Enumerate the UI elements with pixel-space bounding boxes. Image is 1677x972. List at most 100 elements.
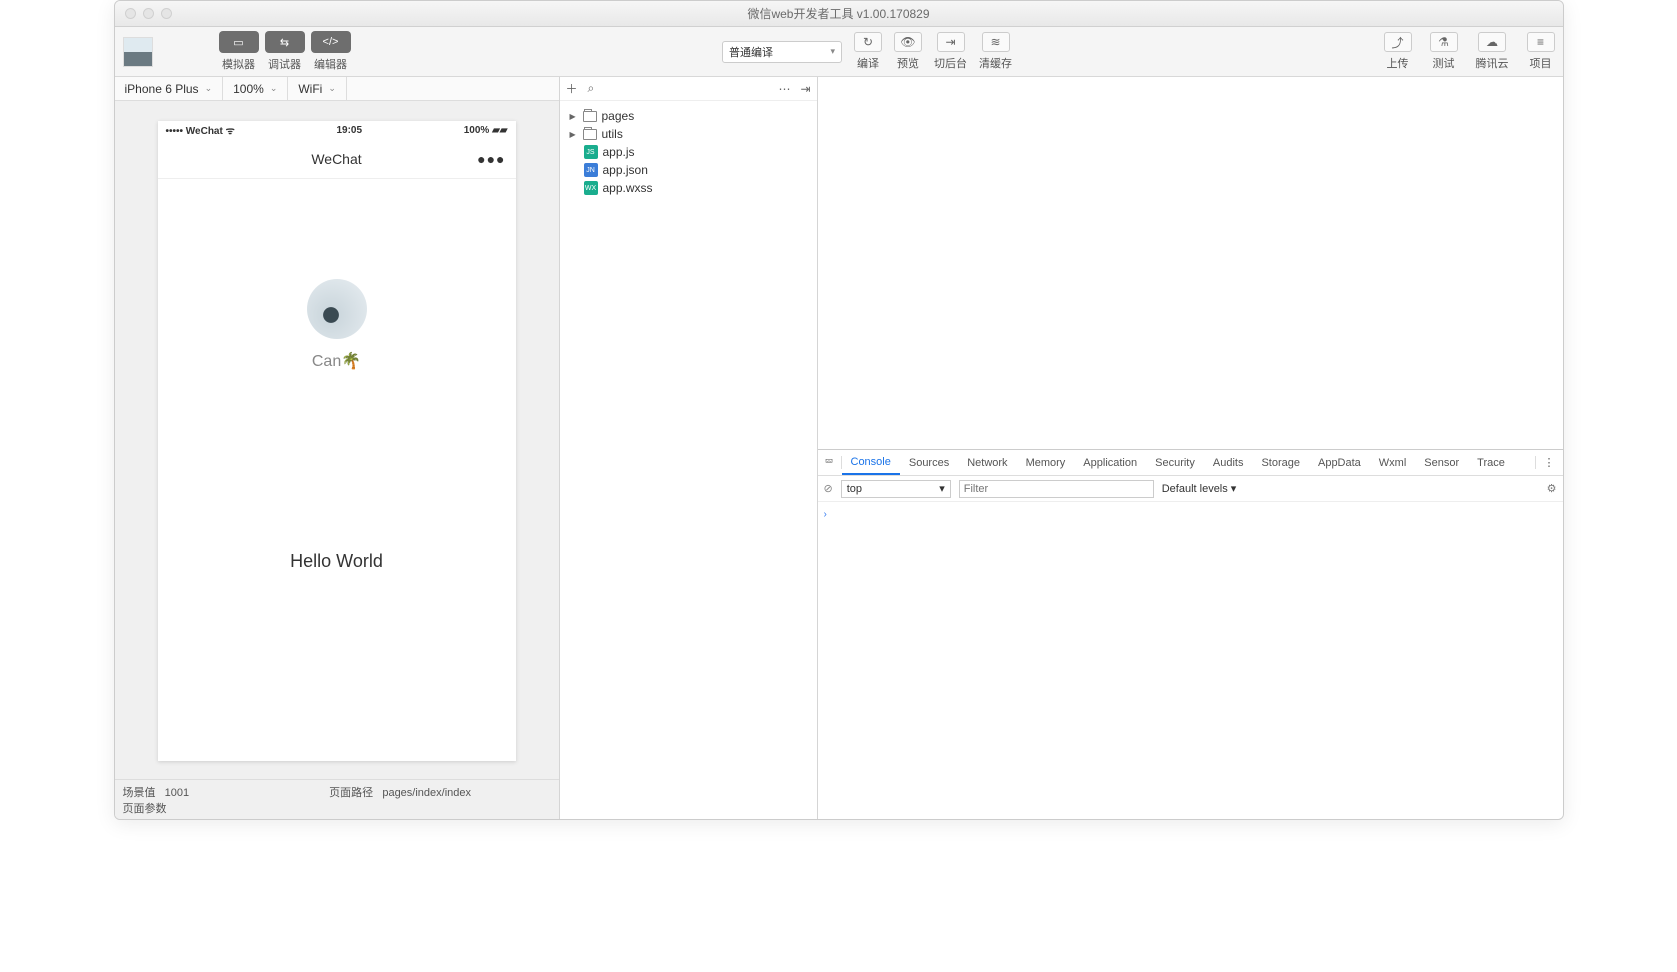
status-bar: ••••• WeChat ᯤ 19:05 100% ▰▰ xyxy=(158,121,516,139)
network-label: WiFi xyxy=(298,82,322,96)
debugger-toggle[interactable]: ⇆ 调试器 xyxy=(265,31,305,72)
user-avatar-large[interactable] xyxy=(307,279,367,339)
console-toolbar: ⊘ top▾ Default levels ▾ ⚙ xyxy=(818,476,1563,502)
tab-trace[interactable]: Trace xyxy=(1468,450,1514,475)
folder-utils[interactable]: ▶ utils xyxy=(560,125,817,143)
zoom-select[interactable]: 100% ⌄ xyxy=(223,77,288,100)
zoom-label: 100% xyxy=(233,82,264,96)
tab-wxml[interactable]: Wxml xyxy=(1370,450,1416,475)
folder-pages[interactable]: ▶pages xyxy=(560,107,817,125)
tab-memory[interactable]: Memory xyxy=(1017,450,1075,475)
simulator-toolbar: iPhone 6 Plus⌄ 100% ⌄ WiFi⌄ xyxy=(115,77,559,101)
tab-console[interactable]: Console xyxy=(842,450,900,475)
console-output[interactable]: › xyxy=(818,502,1563,819)
tab-appdata[interactable]: AppData xyxy=(1309,450,1370,475)
phone-frame: ••••• WeChat ᯤ 19:05 100% ▰▰ WeChat ●●● … xyxy=(158,121,516,761)
compile-mode-label: 普通编译 xyxy=(729,44,773,60)
eye-icon: 👁 xyxy=(894,32,922,52)
user-avatar[interactable] xyxy=(123,37,153,67)
tab-sensor[interactable]: Sensor xyxy=(1415,450,1468,475)
clear-cache-button[interactable]: ≋ 清缓存 xyxy=(979,32,1012,71)
simulator-label: 模拟器 xyxy=(222,56,255,72)
device-select[interactable]: iPhone 6 Plus⌄ xyxy=(115,77,224,100)
devtools-tabs: ⮹ Console Sources Network Memory Applica… xyxy=(818,450,1563,476)
tab-security[interactable]: Security xyxy=(1146,450,1204,475)
file-name: app.wxss xyxy=(603,181,653,195)
file-app-wxss[interactable]: WX app.wxss xyxy=(560,179,817,197)
file-name: app.js xyxy=(603,145,635,159)
wxss-file-icon: WX xyxy=(584,181,598,195)
clear-console-icon[interactable]: ⊘ xyxy=(824,482,833,495)
simulator-panel: iPhone 6 Plus⌄ 100% ⌄ WiFi⌄ ••••• WeChat … xyxy=(115,77,560,819)
more-icon[interactable]: ⋯ xyxy=(778,82,790,96)
editor-toggle[interactable]: </> 编辑器 xyxy=(311,31,351,72)
json-file-icon: JN xyxy=(584,163,598,177)
layers-icon: ≋ xyxy=(982,32,1010,52)
devtools-panel: ⮹ Console Sources Network Memory Applica… xyxy=(818,449,1563,819)
more-icon[interactable]: ●●● xyxy=(477,151,505,167)
project-button[interactable]: ≡ 项目 xyxy=(1527,32,1555,71)
code-icon: </> xyxy=(311,31,351,53)
context-select[interactable]: top▾ xyxy=(841,480,951,498)
clock-label: 19:05 xyxy=(336,125,362,136)
flask-icon: ⚗ xyxy=(1430,32,1458,52)
file-tree: ▶pages ▶ utils JS app.js JN app.json WX app.… xyxy=(560,101,817,203)
path-label: 页面路径 xyxy=(329,787,373,799)
tab-application[interactable]: Application xyxy=(1074,450,1146,475)
app-window: 微信web开发者工具 v1.00.170829 ▭ 模拟器 ⇆ 调试器 </> … xyxy=(114,0,1564,820)
tab-sources[interactable]: Sources xyxy=(900,450,958,475)
wifi-icon: ᯤ xyxy=(226,126,235,137)
hello-text: Hello World xyxy=(290,551,383,572)
cloud-icon: ☁ xyxy=(1478,32,1506,52)
simulator-footer: 场景值 1001 页面路径 pages/index/index 页面参数 xyxy=(115,779,559,819)
device-label: iPhone 6 Plus xyxy=(125,82,199,96)
file-app-json[interactable]: JN app.json xyxy=(560,161,817,179)
main-toolbar: ▭ 模拟器 ⇆ 调试器 </> 编辑器 普通编译 ▾ ↻ 编译 👁 xyxy=(115,27,1563,77)
tablet-icon: ▭ xyxy=(219,31,259,53)
cloud-label: 腾讯云 xyxy=(1476,55,1509,71)
refresh-icon: ↻ xyxy=(854,32,882,52)
battery-icon: ▰▰ xyxy=(492,125,507,136)
preview-label: 预览 xyxy=(897,55,919,71)
js-file-icon: JS xyxy=(584,145,598,159)
scene-label: 场景值 xyxy=(123,787,156,799)
simulator-toggle[interactable]: ▭ 模拟器 xyxy=(219,31,259,72)
tab-network[interactable]: Network xyxy=(958,450,1016,475)
upload-button[interactable]: ⤴ 上传 xyxy=(1384,32,1412,71)
tab-audits[interactable]: Audits xyxy=(1204,450,1253,475)
element-picker-icon[interactable]: ⮹ xyxy=(818,456,842,469)
collapse-icon[interactable]: ⇥ xyxy=(800,82,810,96)
file-app-js[interactable]: JS app.js xyxy=(560,143,817,161)
compile-mode-select[interactable]: 普通编译 ▾ xyxy=(722,41,842,63)
chevron-down-icon: ⌄ xyxy=(270,83,278,94)
folder-icon xyxy=(583,111,597,122)
compile-button[interactable]: ↻ 编译 xyxy=(854,32,882,71)
preview-button[interactable]: 👁 预览 xyxy=(894,32,922,71)
editor-panel: ⮹ Console Sources Network Memory Applica… xyxy=(818,77,1563,819)
editor-area[interactable] xyxy=(818,77,1563,449)
folder-name: pages xyxy=(602,109,635,123)
scene-value: 1001 xyxy=(165,787,189,799)
test-label: 测试 xyxy=(1433,55,1455,71)
search-icon[interactable]: ⌕ xyxy=(588,81,595,96)
battery-label: 100% ▰▰ xyxy=(464,125,508,136)
window-title: 微信web开发者工具 v1.00.170829 xyxy=(115,5,1563,22)
devtools-more-icon[interactable]: ⋮ xyxy=(1535,456,1563,469)
file-toolbar: ＋ ⌕ ⋯ ⇥ xyxy=(560,77,817,101)
file-name: app.json xyxy=(603,163,648,177)
caret-right-icon: ▶ xyxy=(570,130,578,139)
folder-name: utils xyxy=(602,127,623,141)
background-button[interactable]: ⇥ 切后台 xyxy=(934,32,967,71)
context-label: top xyxy=(847,483,862,495)
tab-storage[interactable]: Storage xyxy=(1252,450,1309,475)
test-button[interactable]: ⚗ 测试 xyxy=(1430,32,1458,71)
cloud-button[interactable]: ☁ 腾讯云 xyxy=(1476,32,1509,71)
filter-input[interactable] xyxy=(959,480,1154,498)
add-file-icon[interactable]: ＋ xyxy=(566,80,578,97)
network-select[interactable]: WiFi⌄ xyxy=(288,77,347,100)
user-name: Can🌴 xyxy=(312,351,361,371)
editor-label: 编辑器 xyxy=(314,56,347,72)
gear-icon[interactable]: ⚙ xyxy=(1547,482,1557,495)
levels-select[interactable]: Default levels ▾ xyxy=(1162,482,1237,495)
project-label: 项目 xyxy=(1530,55,1552,71)
